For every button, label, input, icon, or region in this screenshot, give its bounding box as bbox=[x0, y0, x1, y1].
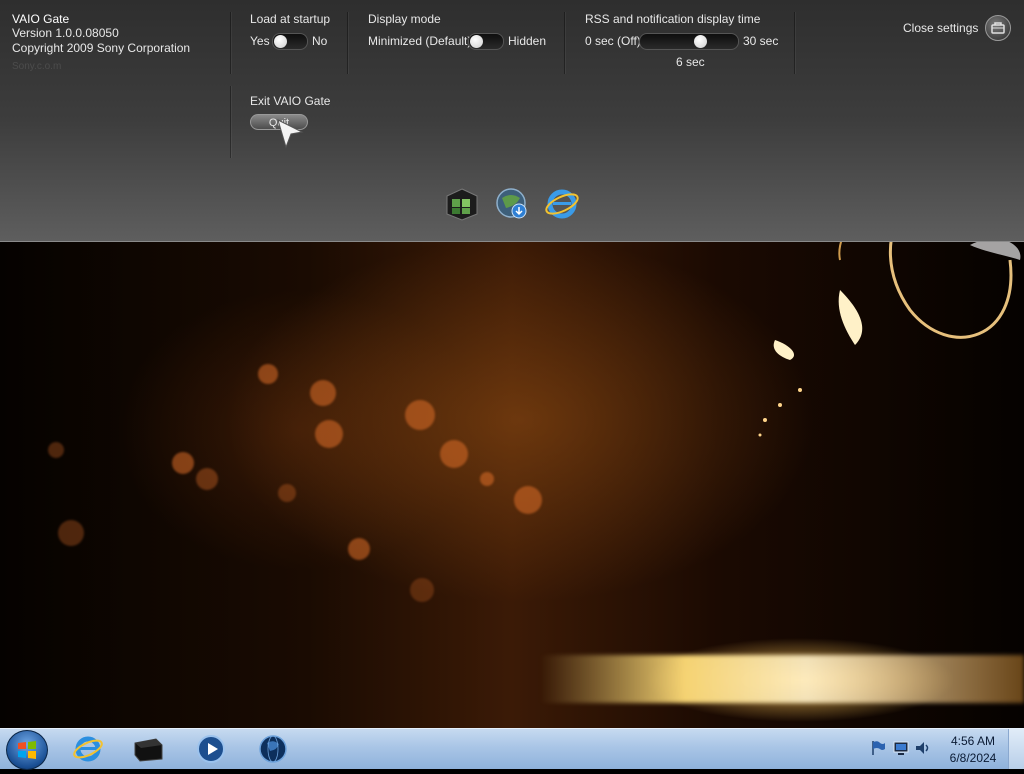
bokeh-light bbox=[480, 472, 494, 486]
dock-item-vaio-update[interactable] bbox=[494, 186, 530, 222]
action-center-flag-icon bbox=[872, 741, 885, 755]
display-mode-toggle[interactable] bbox=[468, 33, 504, 50]
load-at-startup-label: Load at startup bbox=[250, 12, 331, 26]
display-mode-hidden-label: Hidden bbox=[508, 34, 547, 48]
bokeh-light bbox=[348, 538, 370, 560]
close-settings-label[interactable]: Close settings bbox=[903, 21, 978, 35]
internet-explorer-icon bbox=[545, 189, 579, 219]
show-desktop-button[interactable] bbox=[1008, 729, 1024, 769]
bokeh-light bbox=[405, 400, 435, 430]
separator bbox=[794, 12, 795, 74]
bokeh-light bbox=[172, 452, 194, 474]
mouse-cursor-icon bbox=[277, 119, 304, 149]
bokeh-light bbox=[258, 364, 278, 384]
bokeh-light bbox=[315, 420, 343, 448]
tray-action-center[interactable] bbox=[870, 739, 888, 757]
slider-knob[interactable] bbox=[694, 35, 707, 48]
display-mode-minimized-label: Minimized (Default) bbox=[368, 34, 472, 48]
separator bbox=[230, 12, 231, 74]
light-streak bbox=[540, 655, 1024, 703]
media-player-icon bbox=[197, 735, 225, 763]
dock-item-internet-explorer[interactable] bbox=[544, 186, 580, 222]
bokeh-light bbox=[440, 440, 468, 468]
taskbar-globe[interactable] bbox=[257, 733, 289, 765]
display-mode-label: Display mode bbox=[368, 12, 441, 26]
exit-vaio-gate-label: Exit VAIO Gate bbox=[250, 94, 331, 108]
toggle-knob bbox=[470, 35, 483, 48]
bokeh-light bbox=[196, 468, 218, 490]
network-icon bbox=[893, 741, 909, 755]
taskbar: 4:56 AM 6/8/2024 bbox=[0, 728, 1024, 770]
taskbar-internet-explorer[interactable] bbox=[72, 733, 104, 765]
dock-item-media-gallery[interactable] bbox=[444, 186, 480, 222]
rss-min-label: 0 sec (Off) bbox=[585, 34, 641, 48]
app-copyright: Copyright 2009 Sony Corporation bbox=[12, 41, 191, 55]
rss-current-value: 6 sec bbox=[676, 55, 705, 69]
vaio-gate-icon bbox=[134, 738, 163, 762]
start-button[interactable] bbox=[6, 730, 48, 770]
clock-date[interactable]: 6/8/2024 bbox=[944, 751, 1002, 765]
clock-time[interactable]: 4:56 AM bbox=[944, 734, 1002, 748]
internet-explorer-icon bbox=[73, 736, 103, 762]
tray-volume[interactable] bbox=[914, 739, 932, 757]
bokeh-light bbox=[410, 578, 434, 602]
load-at-startup-no-label: No bbox=[312, 34, 328, 48]
notification-area bbox=[868, 729, 938, 769]
close-settings-icon[interactable] bbox=[985, 15, 1011, 41]
load-at-startup-toggle[interactable] bbox=[272, 33, 308, 50]
media-gallery-icon bbox=[446, 188, 478, 221]
rss-display-time-slider[interactable] bbox=[639, 33, 739, 50]
globe-icon bbox=[259, 735, 287, 763]
separator bbox=[564, 12, 565, 74]
bokeh-light bbox=[58, 520, 84, 546]
volume-icon bbox=[916, 742, 929, 754]
tray-network[interactable] bbox=[892, 739, 910, 757]
separator bbox=[347, 12, 348, 74]
app-title: VAIO Gate bbox=[12, 12, 70, 26]
separator bbox=[230, 86, 231, 158]
bokeh-light bbox=[310, 380, 336, 406]
bokeh-light bbox=[48, 442, 64, 458]
taskbar-vaio-gate[interactable] bbox=[132, 733, 164, 765]
app-version: Version 1.0.0.08050 bbox=[12, 26, 119, 40]
toggle-knob bbox=[274, 35, 287, 48]
load-at-startup-yes-label: Yes bbox=[250, 34, 270, 48]
app-faded-text: Sony.c.o.m bbox=[12, 61, 62, 72]
bokeh-light bbox=[278, 484, 296, 502]
taskbar-media-player[interactable] bbox=[195, 733, 227, 765]
vaio-update-icon bbox=[496, 188, 527, 219]
bokeh-light bbox=[514, 486, 542, 514]
toolbox-icon bbox=[991, 22, 1005, 34]
rss-display-time-label: RSS and notification display time bbox=[585, 12, 761, 26]
rss-max-label: 30 sec bbox=[743, 34, 779, 48]
vaio-gate-settings-panel: VAIO Gate Version 1.0.0.08050 Copyright … bbox=[0, 0, 1024, 242]
windows-logo-icon bbox=[18, 741, 36, 759]
